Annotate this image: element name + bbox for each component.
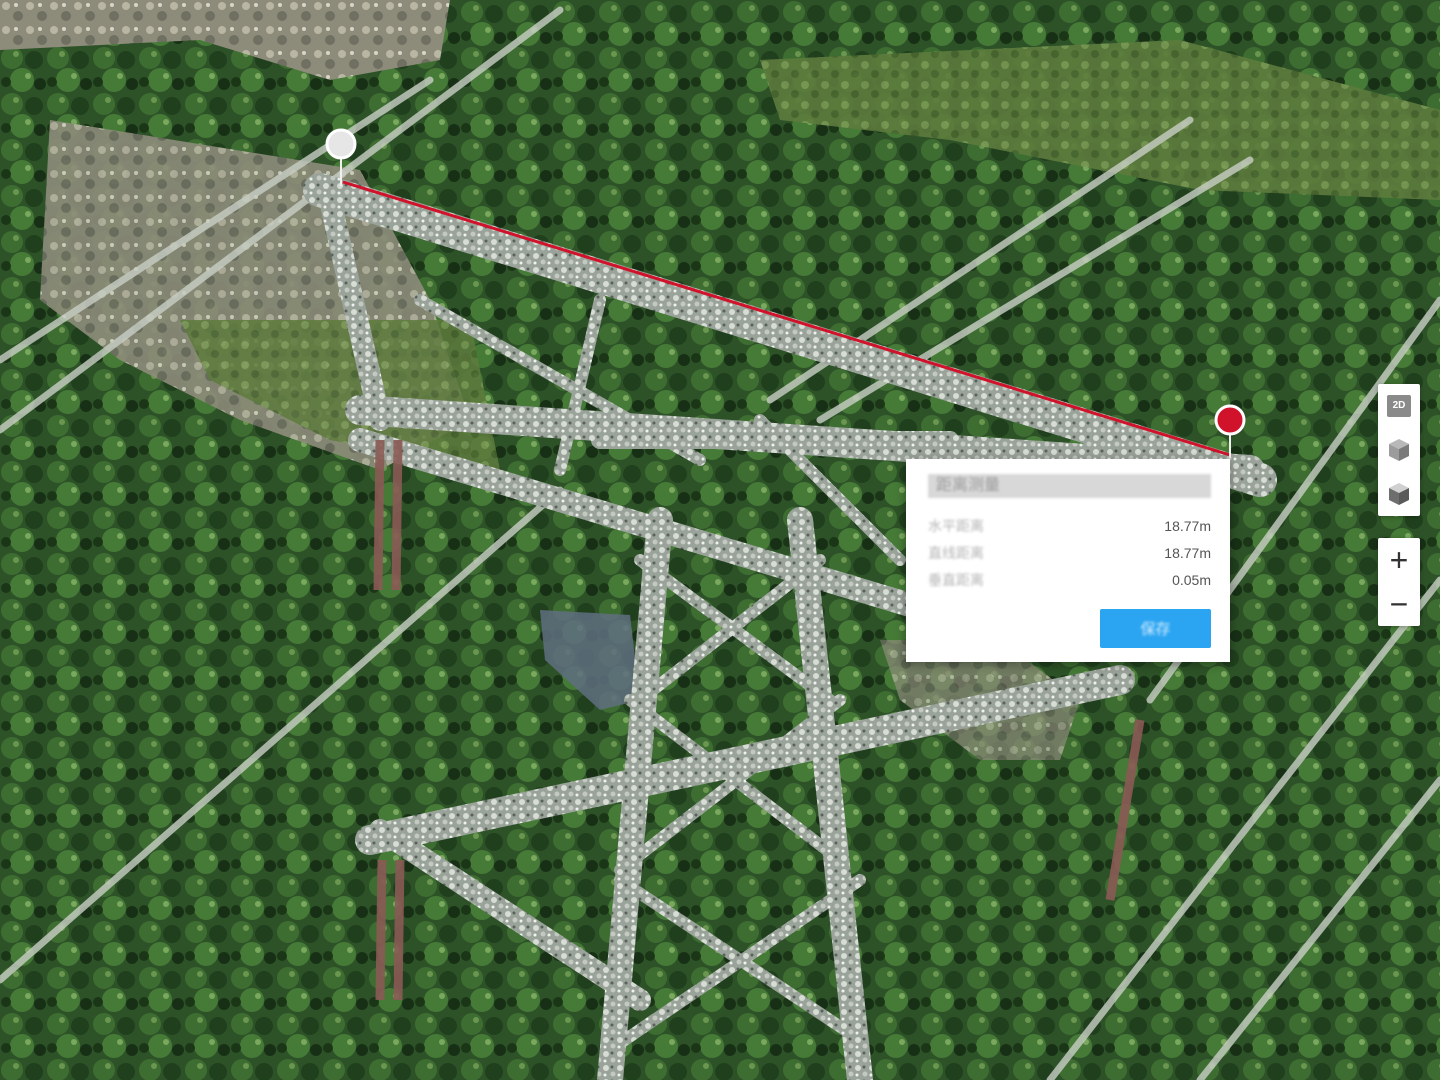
distance-measure-panel: 距离测量 水平距离 18.77m 直线距离 18.77m 垂直距离 0.05m …	[906, 459, 1230, 662]
row-value: 18.77m	[1164, 545, 1211, 561]
save-button-label: 保存	[1140, 621, 1171, 638]
zoom-out-button[interactable]: −	[1378, 582, 1420, 626]
view-3d-button[interactable]	[1378, 428, 1420, 472]
horizontal-distance-row: 水平距离 18.77m	[928, 516, 1211, 536]
view-3d-shaded-button[interactable]	[1378, 472, 1420, 516]
panel-title: 距离测量	[928, 474, 1211, 498]
row-label: 垂直距离	[928, 572, 984, 588]
row-value: 18.77m	[1164, 518, 1211, 534]
view-2d-button[interactable]: 2D	[1378, 384, 1420, 428]
row-label: 直线距离	[928, 545, 984, 561]
save-button[interactable]: 保存	[1100, 609, 1211, 648]
zoom-in-button[interactable]: +	[1378, 538, 1420, 582]
cube-shaded-icon	[1389, 483, 1409, 505]
cube-icon	[1389, 439, 1409, 461]
view-2d-label: 2D	[1387, 395, 1411, 417]
zoom-controls: + −	[1378, 538, 1420, 626]
row-label: 水平距离	[928, 518, 984, 534]
vertical-distance-row: 垂直距离 0.05m	[928, 570, 1211, 590]
row-value: 0.05m	[1172, 572, 1211, 588]
view-mode-controls: 2D	[1378, 384, 1420, 516]
straight-distance-row: 直线距离 18.77m	[928, 543, 1211, 563]
